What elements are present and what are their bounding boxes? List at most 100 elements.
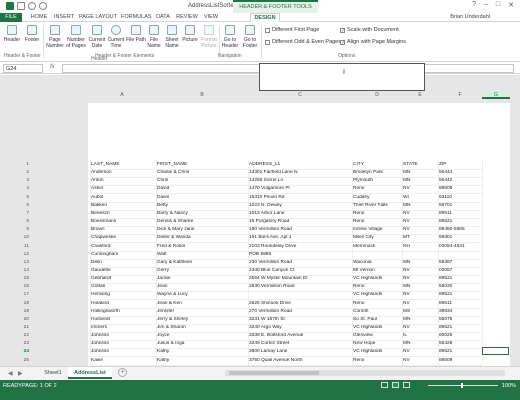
table-cell[interactable]: 15310 Pinion Rd	[249, 195, 351, 200]
table-cell[interactable]: 3349 Cortez Street	[249, 341, 351, 346]
table-cell[interactable]: Miles City	[353, 235, 401, 240]
table-cell[interactable]: Jerry & Shirley	[157, 317, 247, 322]
table-cell[interactable]: VC Highlands	[353, 325, 401, 330]
table-cell[interactable]: Reno	[353, 219, 401, 224]
table-cell[interactable]: 55020	[439, 284, 480, 289]
tab-page-layout[interactable]: PAGE LAYOUT	[78, 13, 118, 22]
table-cell[interactable]: Thief River Falls	[353, 203, 401, 208]
table-cell[interactable]: 14265 Sorrel Ln	[249, 178, 351, 183]
table-cell[interactable]: Johnson	[91, 333, 155, 338]
table-cell[interactable]: VC Highlands	[353, 276, 401, 281]
go-to-footer-button[interactable]: Go to Footer	[240, 25, 260, 49]
table-cell[interactable]: 53110	[439, 195, 480, 200]
table-cell[interactable]: MN	[403, 170, 437, 175]
table-cell[interactable]: Aubol	[91, 195, 155, 200]
table-cell[interactable]: MN	[403, 341, 437, 346]
different-odd-even-checkbox[interactable]: Different Odd & Even Pages	[265, 39, 341, 45]
table-cell[interactable]: 3231 W 187th St	[249, 317, 351, 322]
page-layout-view-icon[interactable]	[392, 382, 399, 388]
go-to-header-button[interactable]: Go to Header	[220, 25, 240, 49]
tab-review[interactable]: REVIEW	[175, 13, 199, 22]
table-cell[interactable]: Delin	[91, 260, 155, 265]
table-cell[interactable]: 2625 Shinook Drive	[249, 301, 351, 306]
table-cell[interactable]: 89521	[439, 276, 480, 281]
normal-view-icon[interactable]	[381, 382, 388, 388]
horizontal-scrollbar[interactable]	[225, 370, 505, 376]
help-icon[interactable]: ?	[472, 1, 476, 9]
table-cell[interactable]: Johnson	[91, 341, 155, 346]
table-cell[interactable]: 56701	[439, 203, 480, 208]
table-cell[interactable]: Waconia	[353, 260, 401, 265]
table-cell[interactable]: Gebhardt	[91, 276, 155, 281]
table-header-cell[interactable]: ADDRESS_L1	[249, 162, 351, 167]
table-cell[interactable]: Hollingsworth	[91, 309, 155, 314]
row-header[interactable]: 24	[20, 349, 29, 355]
table-cell[interactable]: Asher	[91, 186, 155, 191]
table-cell[interactable]: Johnson	[91, 349, 155, 354]
table-cell[interactable]: Kathy	[157, 358, 247, 363]
footer-button[interactable]: Footer	[22, 25, 42, 43]
scale-with-document-checkbox[interactable]: ✓ Scale with Document	[340, 27, 399, 33]
table-cell[interactable]: 89509	[439, 186, 480, 191]
maximize-icon[interactable]: □	[496, 1, 500, 9]
table-cell[interactable]: Incline Village	[353, 227, 401, 232]
table-cell[interactable]: VC Highlands	[353, 349, 401, 354]
table-cell[interactable]: NV	[403, 219, 437, 224]
table-cell[interactable]: Holabird	[91, 301, 155, 306]
table-cell[interactable]: 89521	[439, 349, 480, 354]
table-cell[interactable]: Bakken	[91, 203, 155, 208]
table-cell[interactable]: 03054-4631	[439, 244, 480, 249]
table-header-cell[interactable]: CITY	[353, 162, 401, 167]
table-cell[interactable]: Dick & Mary Jane	[157, 227, 247, 232]
table-cell[interactable]: NH	[403, 244, 437, 249]
table-cell[interactable]: 1023 N. Dewey	[249, 203, 351, 208]
row-header[interactable]: 25	[20, 358, 29, 363]
table-cell[interactable]: 270 Vermillion Road	[249, 309, 351, 314]
table-cell[interactable]: MN	[403, 203, 437, 208]
column-header-b[interactable]: B	[156, 91, 248, 99]
active-cell[interactable]	[482, 347, 509, 355]
table-cell[interactable]: 89509	[439, 358, 480, 363]
close-icon[interactable]: ✕	[508, 1, 514, 9]
row-header[interactable]: 22	[20, 333, 29, 338]
table-cell[interactable]: 89521	[439, 219, 480, 224]
table-cell[interactable]: NV	[403, 301, 437, 306]
table-cell[interactable]: Joyce	[157, 333, 247, 338]
table-cell[interactable]: 59301	[439, 235, 480, 240]
table-cell[interactable]: 2340 Blue Canyon Ct	[249, 268, 351, 273]
table-cell[interactable]: Reno	[353, 284, 401, 289]
table-cell[interactable]: 89521	[439, 292, 480, 297]
tab-home[interactable]: HOME	[28, 13, 50, 22]
table-cell[interactable]: Reno	[353, 358, 401, 363]
table-cell[interactable]: 55444	[439, 170, 480, 175]
table-cell[interactable]: MT	[403, 235, 437, 240]
table-header-cell[interactable]: LAST_NAME	[91, 162, 155, 167]
table-cell[interactable]: Wayne & Lucy	[157, 292, 247, 297]
row-header[interactable]: 15	[20, 276, 29, 281]
add-sheet-icon[interactable]: +	[118, 368, 127, 377]
table-cell[interactable]: Anton	[91, 178, 155, 183]
table-cell[interactable]: 55442	[439, 178, 480, 183]
table-cell[interactable]: Fred & Robin	[157, 244, 247, 249]
table-cell[interactable]: Benesch	[91, 211, 155, 216]
table-cell[interactable]: Chapweske	[91, 235, 155, 240]
table-cell[interactable]: 89450-5965	[439, 227, 480, 232]
table-cell[interactable]: POB 5985	[249, 252, 351, 257]
sheet-name-button[interactable]: Sheet Name	[162, 25, 182, 49]
table-cell[interactable]: 230 Vermillion Road	[249, 260, 351, 265]
table-cell[interactable]: 89521	[439, 325, 480, 330]
table-cell[interactable]: Reno	[353, 211, 401, 216]
table-header-cell[interactable]: ZIP	[439, 162, 480, 167]
table-cell[interactable]: Reno	[353, 301, 401, 306]
table-cell[interactable]: VC Highlands	[353, 292, 401, 297]
table-cell[interactable]: Barry & Nancy	[157, 211, 247, 216]
table-cell[interactable]: 55428	[439, 341, 480, 346]
row-header[interactable]: 14	[20, 268, 29, 273]
tab-insert[interactable]: INSERT	[53, 13, 75, 22]
table-header-cell[interactable]: STATE	[403, 162, 437, 167]
row-header[interactable]: 9	[20, 227, 29, 232]
table-cell[interactable]: Mt Vernon	[353, 268, 401, 273]
table-cell[interactable]: Cudahy	[353, 195, 401, 200]
table-cell[interactable]: 3339 E. Bottsford Avenue	[249, 333, 351, 338]
table-cell[interactable]: 16 Purgatory Road	[249, 219, 351, 224]
